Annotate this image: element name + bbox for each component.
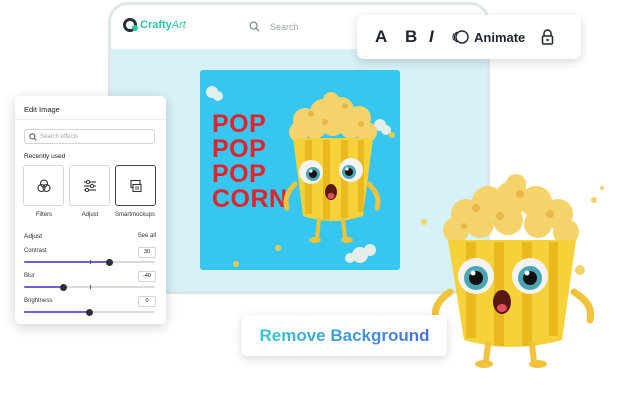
lock-button[interactable] [541,29,554,45]
animate-button[interactable]: Animate [451,29,529,45]
logo-text-italic: Art [171,19,186,31]
slider-value[interactable]: 30 [138,247,156,258]
logo-icon [123,18,138,32]
slider-fill [24,261,110,263]
tile-smartmockups[interactable] [115,165,156,206]
animate-icon [452,30,469,44]
panel-title: Edit Image [24,105,60,114]
slider-knob[interactable] [59,283,67,291]
slider-center-mark [89,260,91,264]
tile-label: Smartmockups [114,212,155,218]
effects-search-input[interactable]: Search effects [24,129,155,144]
edit-image-panel: Edit Image Search effects Recently used … [15,96,166,324]
slider-knob[interactable] [86,308,93,316]
slider-value[interactable]: -40 [138,271,156,282]
slider-label: Contrast [24,248,47,254]
slider-label: Blur [24,273,35,279]
poster-image[interactable]: POP POP POP CORN [200,70,400,270]
blur-slider[interactable] [24,283,155,291]
panel-divider [15,119,166,120]
lock-icon [541,29,554,45]
slider-value[interactable]: 0 [138,296,156,307]
slider-center-mark [89,285,91,289]
header-search[interactable]: Search [249,21,299,32]
slider-knob[interactable] [105,258,113,266]
remove-background-label: Remove Background [259,325,430,345]
popcorn-mascot-small [283,92,381,243]
logo-text: Crafty [140,19,172,31]
animate-label: Animate [474,29,526,45]
mockup-icon [129,179,142,192]
tile-label: Filters [35,212,53,218]
logo[interactable]: CraftyArt [123,18,186,32]
adjust-icon [83,179,96,192]
font-button[interactable]: A [375,27,405,47]
search-icon [249,21,260,32]
recently-used-label: Recently used [24,153,66,160]
effects-search-placeholder: Search effects [40,133,79,140]
text-toolbar: A B I Animate [357,15,581,59]
tile-filters[interactable] [23,165,64,206]
tile-label: Adjust [81,212,99,218]
remove-background-button[interactable]: Remove Background [242,315,447,356]
bold-button[interactable]: B [405,27,429,47]
italic-button[interactable]: I [429,27,451,47]
filters-icon [36,178,51,192]
contrast-slider[interactable] [24,258,155,266]
adjust-section-label: Adjust [24,233,43,240]
slider-label: Brightness [24,298,53,304]
slider-fill [24,311,90,313]
brightness-slider[interactable] [24,308,155,316]
search-icon [29,132,37,141]
tile-adjust[interactable] [69,165,110,206]
header-search-placeholder: Search [270,21,299,32]
see-all-link[interactable]: See all [138,233,156,239]
slider-fill [24,286,64,288]
